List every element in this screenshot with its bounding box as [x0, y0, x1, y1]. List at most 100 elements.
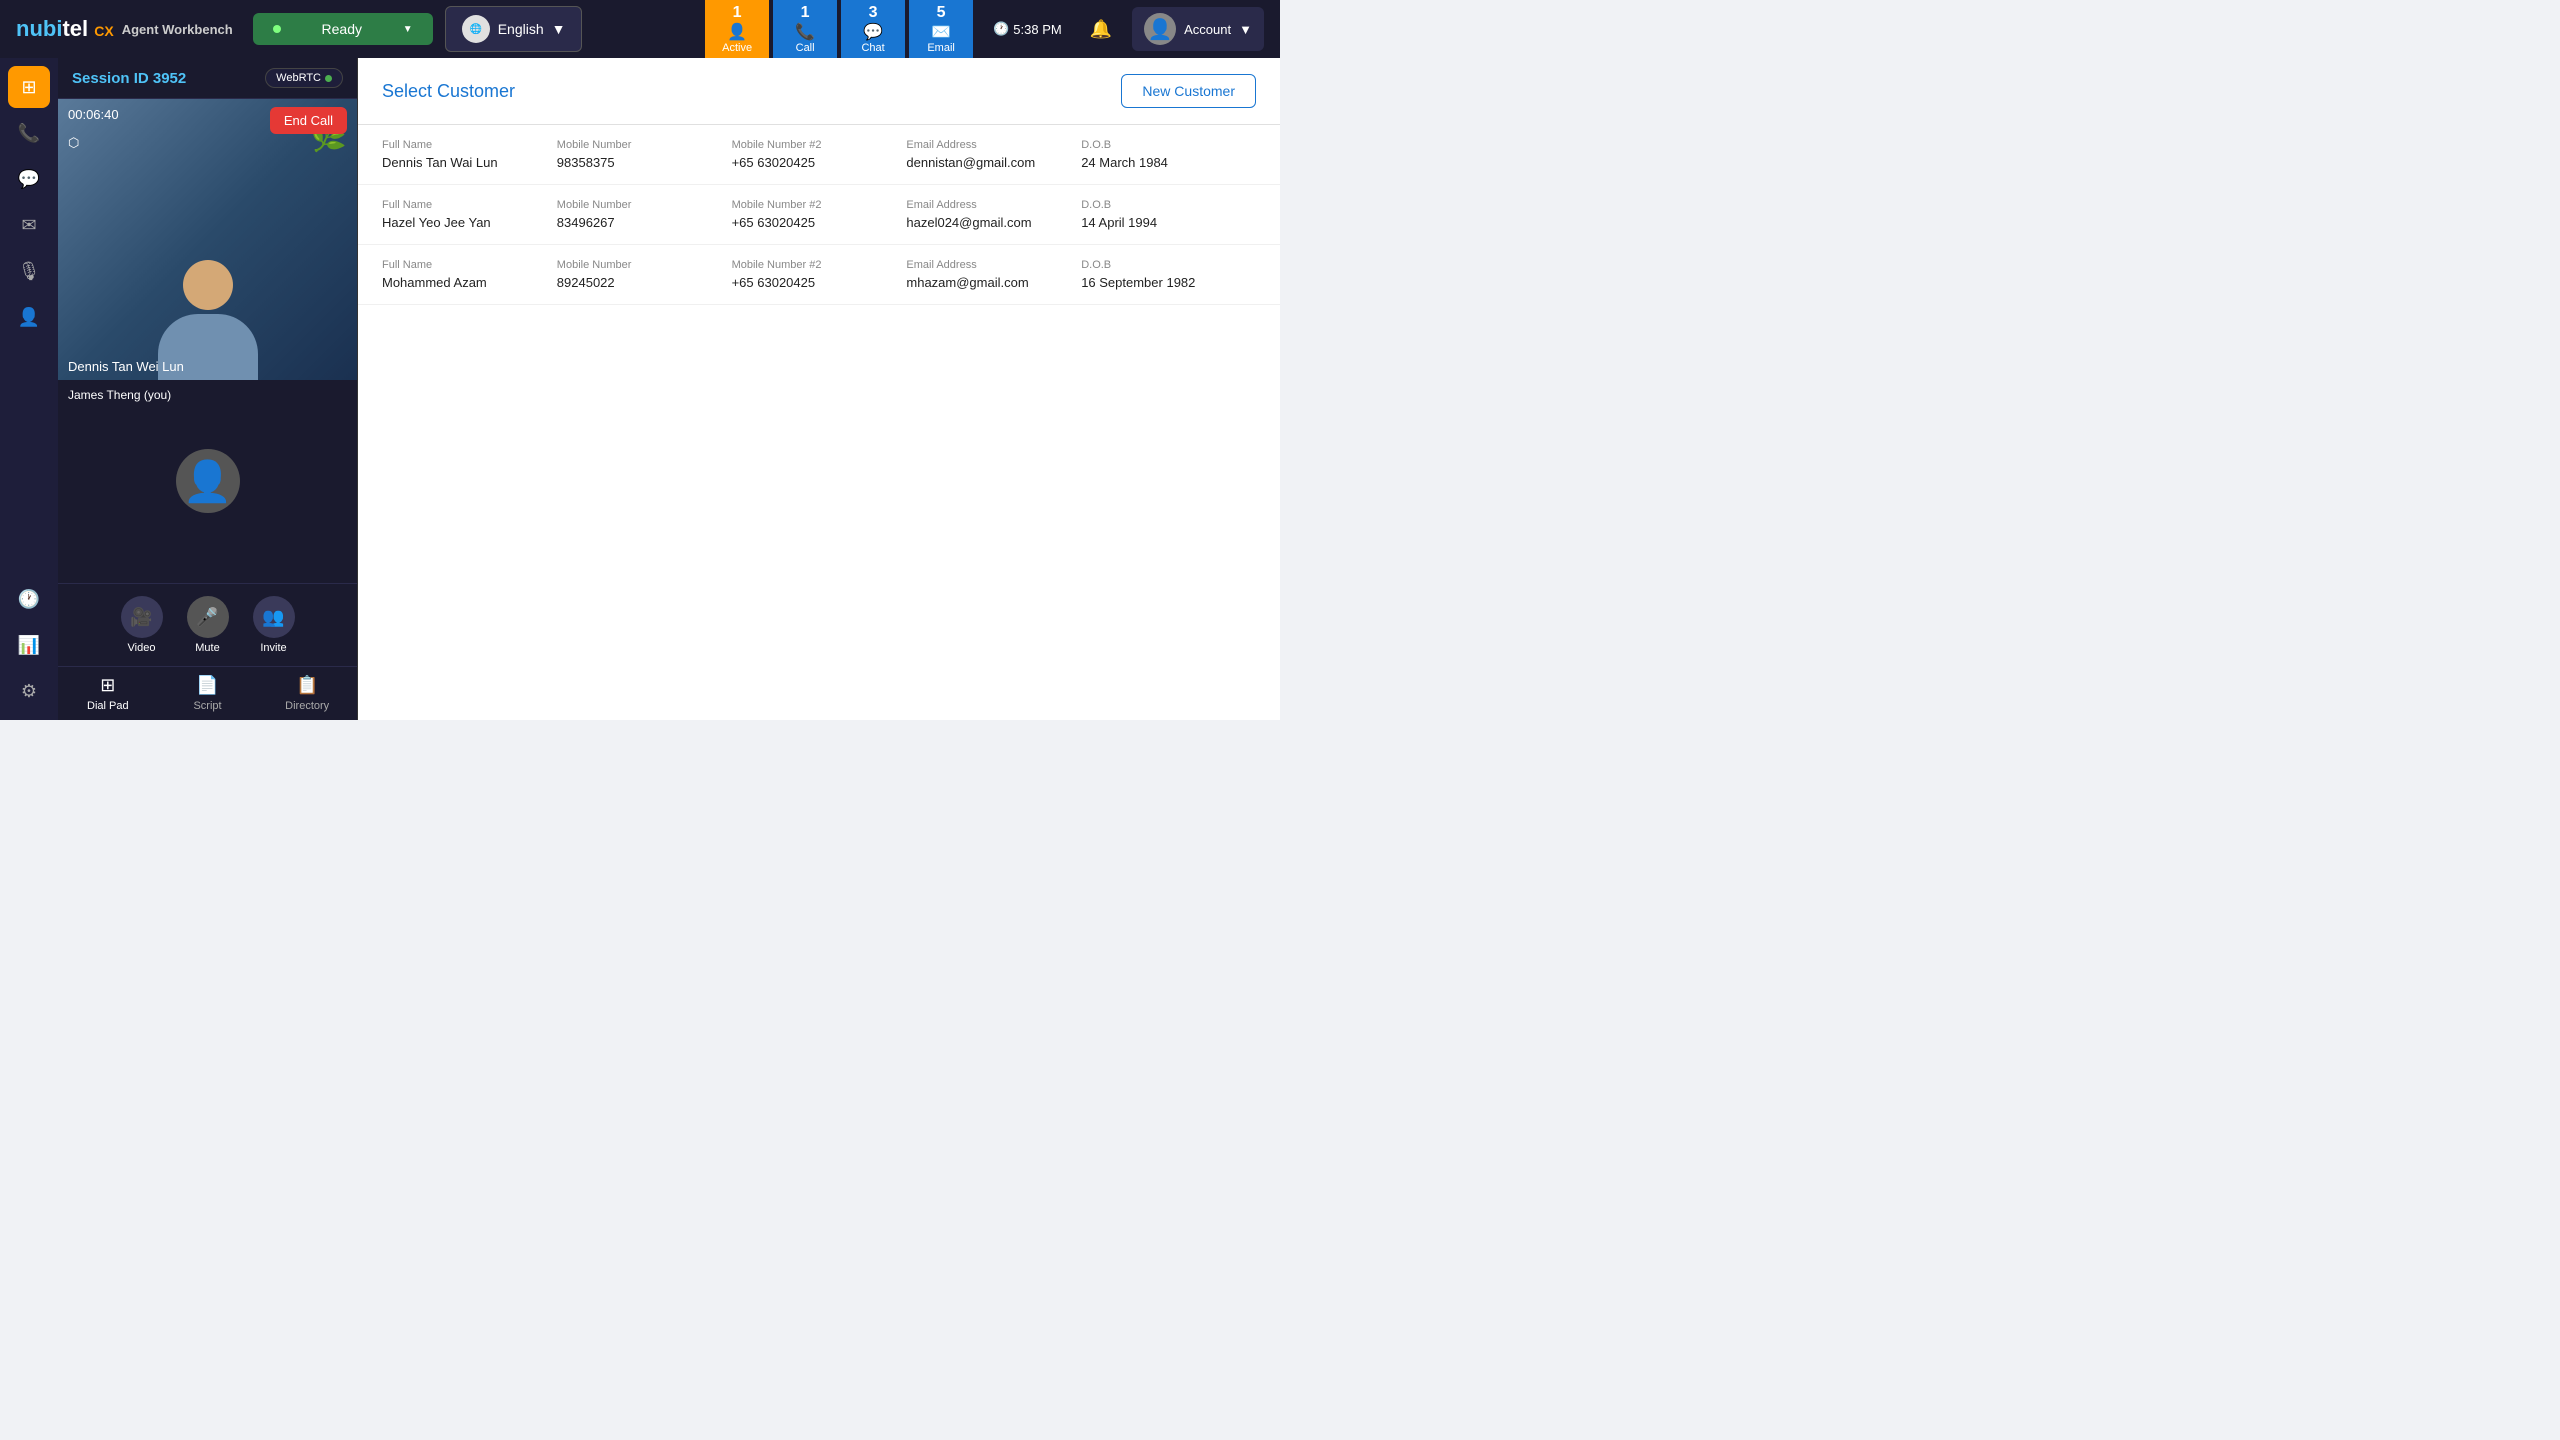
col-mobile2: Mobile Number #2 +65 63020425: [732, 199, 907, 230]
mute-button[interactable]: 🎤 Mute: [187, 596, 229, 654]
sidebar-item-voicemail[interactable]: 🎙: [8, 250, 50, 292]
sidebar-item-home[interactable]: ⊞: [8, 66, 50, 108]
invite-label: Invite: [260, 642, 286, 654]
caller-name: Dennis Tan Wei Lun: [68, 359, 184, 374]
time-display: 5:38 PM: [1013, 22, 1061, 37]
email-count: 5: [937, 4, 946, 22]
notification-bell[interactable]: 🔔: [1082, 19, 1120, 40]
sidebar-item-contact[interactable]: 👤: [8, 296, 50, 338]
call-label: Call: [796, 42, 815, 54]
video-icon: 🎥: [121, 596, 163, 638]
nav-badge-active[interactable]: 1 👤 Active: [705, 0, 769, 58]
account-dropdown-arrow: ▼: [1239, 22, 1252, 37]
email-icon: ✉️: [931, 22, 951, 42]
logo-icon: nubitel CX: [16, 16, 114, 42]
caller-video: 🌿 00:06:40 ⬡ End Call Dennis Tan Wei Lun: [58, 99, 357, 380]
new-customer-button[interactable]: New Customer: [1121, 74, 1256, 108]
sidebar-item-settings[interactable]: ⚙: [8, 670, 50, 712]
dialpad-icon: ⊞: [100, 675, 115, 696]
tab-dialpad[interactable]: ⊞ Dial Pad: [58, 667, 158, 720]
call-count: 1: [801, 4, 810, 22]
webrtc-label: WebRTC: [276, 72, 321, 84]
col-email: Email Address dennistan@gmail.com: [906, 139, 1081, 170]
main-content: Select Customer New Customer Full Name D…: [358, 58, 1280, 720]
nav-badge-email[interactable]: 5 ✉️ Email: [909, 0, 973, 58]
language-button[interactable]: 🌐 English ▼: [445, 6, 583, 52]
chat-count: 3: [869, 4, 878, 22]
table-row[interactable]: Full Name Dennis Tan Wai Lun Mobile Numb…: [358, 125, 1280, 185]
col-fullname: Full Name Dennis Tan Wai Lun: [382, 139, 557, 170]
col-dob: D.O.B 14 April 1994: [1081, 199, 1256, 230]
caller-video-feed: 🌿: [58, 99, 357, 380]
invite-icon: 👥: [253, 596, 295, 638]
chat-icon: 💬: [863, 22, 883, 42]
mute-label: Mute: [195, 642, 219, 654]
session-id: Session ID 3952: [72, 70, 186, 87]
table-row[interactable]: Full Name Mohammed Azam Mobile Number 89…: [358, 245, 1280, 305]
video-label: Video: [128, 642, 156, 654]
top-navigation: nubitel CX Agent Workbench Ready ▼ 🌐 Eng…: [0, 0, 1280, 58]
col-mobile: Mobile Number 83496267: [557, 199, 732, 230]
video-control-button[interactable]: 🎥 Video: [121, 596, 163, 654]
email-label: Email: [927, 42, 955, 54]
sidebar-item-history[interactable]: 🕐: [8, 578, 50, 620]
language-label: English: [498, 21, 544, 37]
ready-button[interactable]: Ready ▼: [253, 13, 433, 45]
col-email: Email Address hazel024@gmail.com: [906, 199, 1081, 230]
directory-label: Directory: [285, 700, 329, 712]
table-row[interactable]: Full Name Hazel Yeo Jee Yan Mobile Numbe…: [358, 185, 1280, 245]
ready-status-dot: [273, 25, 281, 33]
account-label: Account: [1184, 22, 1231, 37]
account-menu[interactable]: 👤 Account ▼: [1132, 7, 1264, 51]
col-dob: D.O.B 16 September 1982: [1081, 259, 1256, 290]
main-layout: ⊞ 📞 💬 ✉ 🎙 👤 🕐 📊 ⚙ Session ID 3952 WebRTC: [0, 58, 1280, 720]
col-fullname: Full Name Hazel Yeo Jee Yan: [382, 199, 557, 230]
popup-icon[interactable]: ⬡: [68, 135, 79, 151]
self-avatar: 👤: [176, 449, 240, 513]
col-dob: D.O.B 24 March 1984: [1081, 139, 1256, 170]
script-icon: 📄: [196, 675, 218, 696]
sidebar-item-analytics[interactable]: 📊: [8, 624, 50, 666]
nav-badges: 1 👤 Active 1 📞 Call 3 💬 Chat 5 ✉️ Email: [705, 0, 973, 58]
invite-button[interactable]: 👥 Invite: [253, 596, 295, 654]
col-mobile: Mobile Number 98358375: [557, 139, 732, 170]
ready-dropdown-arrow: ▼: [403, 24, 413, 35]
call-panel-tabs: ⊞ Dial Pad 📄 Script 📋 Directory: [58, 666, 357, 720]
end-call-button[interactable]: End Call: [270, 107, 347, 134]
sidebar-item-email[interactable]: ✉: [8, 204, 50, 246]
nav-badge-call[interactable]: 1 📞 Call: [773, 0, 837, 58]
video-area: 🌿 00:06:40 ⬡ End Call Dennis Tan Wei Lun…: [58, 99, 357, 583]
col-email: Email Address mhazam@gmail.com: [906, 259, 1081, 290]
call-icon: 📞: [795, 22, 815, 42]
webrtc-status-dot: [325, 75, 332, 82]
agent-workbench-label: Agent Workbench: [122, 22, 233, 37]
sidebar-item-chat[interactable]: 💬: [8, 158, 50, 200]
nav-badge-chat[interactable]: 3 💬 Chat: [841, 0, 905, 58]
content-title: Select Customer: [382, 81, 515, 102]
clock: 🕐 5:38 PM: [985, 21, 1070, 37]
sidebar-item-phone[interactable]: 📞: [8, 112, 50, 154]
language-globe-icon: 🌐: [462, 15, 490, 43]
self-name: James Theng (you): [68, 388, 171, 402]
chat-label: Chat: [861, 42, 884, 54]
col-fullname: Full Name Mohammed Azam: [382, 259, 557, 290]
tab-directory[interactable]: 📋 Directory: [257, 667, 357, 720]
col-mobile2: Mobile Number #2 +65 63020425: [732, 259, 907, 290]
customer-table: Full Name Dennis Tan Wai Lun Mobile Numb…: [358, 125, 1280, 305]
webrtc-badge: WebRTC: [265, 68, 343, 88]
clock-icon: 🕐: [993, 21, 1009, 37]
icon-sidebar: ⊞ 📞 💬 ✉ 🎙 👤 🕐 📊 ⚙: [0, 58, 58, 720]
content-header: Select Customer New Customer: [358, 58, 1280, 125]
active-count: 1: [733, 4, 742, 22]
ready-label: Ready: [322, 21, 362, 37]
col-mobile: Mobile Number 89245022: [557, 259, 732, 290]
directory-icon: 📋: [296, 675, 318, 696]
call-panel: Session ID 3952 WebRTC: [58, 58, 358, 720]
self-video: James Theng (you) 👤: [58, 380, 357, 583]
tab-script[interactable]: 📄 Script: [158, 667, 258, 720]
dialpad-label: Dial Pad: [87, 700, 129, 712]
col-mobile2: Mobile Number #2 +65 63020425: [732, 139, 907, 170]
avatar: 👤: [1144, 13, 1176, 45]
active-icon: 👤: [727, 22, 747, 42]
mute-icon: 🎤: [187, 596, 229, 638]
